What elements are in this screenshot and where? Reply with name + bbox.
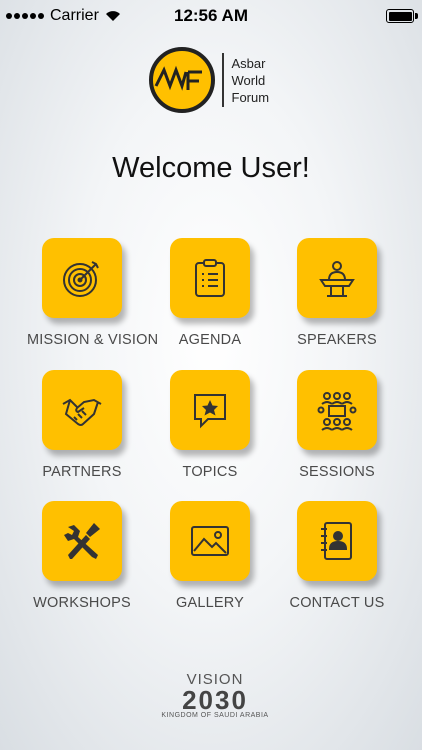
status-time: 12:56 AM xyxy=(173,6,248,25)
meeting-table-icon xyxy=(317,392,357,431)
welcome-heading: Welcome User! xyxy=(112,152,310,184)
logo-line-1: Asbar xyxy=(231,55,266,71)
tile-agenda[interactable]: AGENDA xyxy=(155,238,265,348)
tile-label: SESSIONS xyxy=(299,464,375,480)
contact-book-icon xyxy=(321,522,352,560)
tile-label: WORKSHOPS xyxy=(33,595,131,611)
tile-label: MISSION & VISION xyxy=(27,332,159,348)
tile-workshops[interactable]: WORKSHOPS xyxy=(27,501,137,611)
podium-speaker-icon xyxy=(319,261,355,297)
app-logo: Asbar World Forum xyxy=(148,46,269,114)
status-bar: Carrier 12:56 AM xyxy=(0,0,422,32)
tile-partners[interactable]: PARTNERS xyxy=(27,370,137,480)
vision-2030-logo: VISION 2030 KINGDOM OF SAUDI ARABIA xyxy=(160,671,270,719)
tile-label: PARTNERS xyxy=(42,464,122,480)
tile-speakers[interactable]: SPEAKERS xyxy=(282,238,392,348)
awf-logo-icon xyxy=(149,47,215,113)
star-speech-bubble-icon xyxy=(194,394,226,429)
tile-label: SPEAKERS xyxy=(297,332,377,348)
tile-partners-box[interactable] xyxy=(42,370,122,450)
tile-agenda-box[interactable] xyxy=(170,238,250,318)
logo-line-2: World xyxy=(231,72,266,88)
logo-line-3: Forum xyxy=(231,89,270,105)
logo-divider xyxy=(222,53,224,107)
tile-topics-box[interactable] xyxy=(170,370,250,450)
tile-label: GALLERY xyxy=(175,595,245,611)
logo-text: Asbar World Forum xyxy=(232,55,270,106)
tile-contact-us-box[interactable] xyxy=(297,501,377,581)
tile-gallery-box[interactable] xyxy=(170,501,250,581)
image-icon xyxy=(191,526,229,556)
tile-speakers-box[interactable] xyxy=(297,238,377,318)
tile-contact-us[interactable]: CONTACT US xyxy=(282,501,392,611)
tools-icon xyxy=(64,523,100,559)
tile-sessions[interactable]: SESSIONS xyxy=(282,370,392,480)
battery-icon xyxy=(386,9,418,23)
tile-gallery[interactable]: GALLERY xyxy=(155,501,265,611)
tile-label: CONTACT US xyxy=(289,595,385,611)
vision-kingdom: KINGDOM OF SAUDI ARABIA xyxy=(161,712,269,719)
vision-year: 2030 xyxy=(182,685,248,715)
tile-label: TOPICS xyxy=(182,464,238,480)
tile-mission-vision[interactable]: MISSION & VISION xyxy=(27,238,159,348)
tile-sessions-box[interactable] xyxy=(297,370,377,450)
tile-label: AGENDA xyxy=(178,332,242,348)
tile-topics[interactable]: TOPICS xyxy=(155,370,265,480)
tile-mission-vision-box[interactable] xyxy=(42,238,122,318)
target-icon xyxy=(63,261,99,297)
handshake-icon xyxy=(62,398,102,426)
clipboard-list-icon xyxy=(195,259,225,297)
tile-workshops-box[interactable] xyxy=(42,501,122,581)
